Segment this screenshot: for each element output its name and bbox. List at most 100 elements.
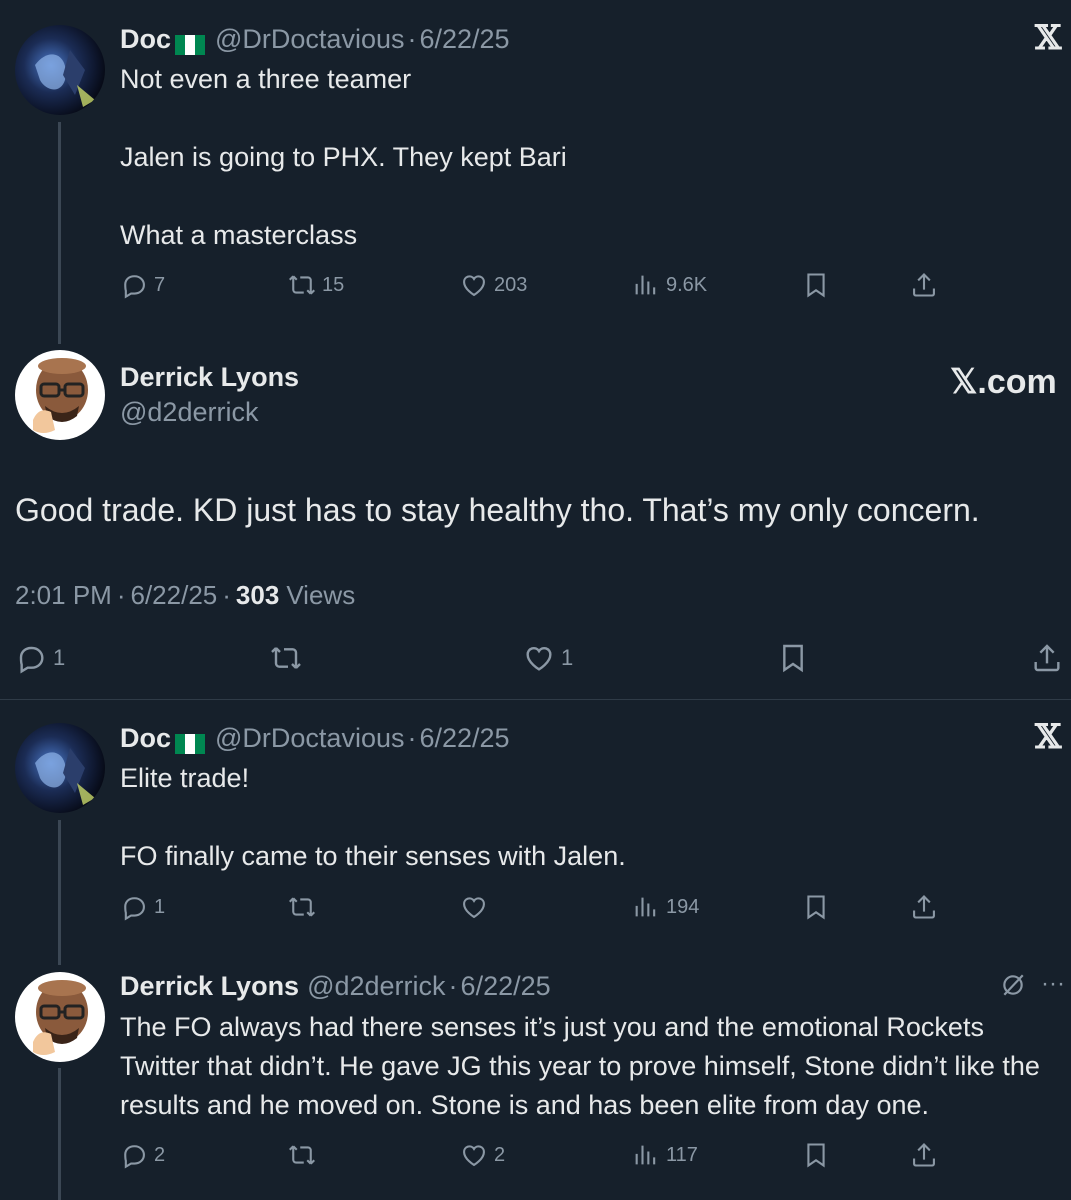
- heart-icon: [460, 271, 488, 299]
- reply-button[interactable]: 2: [120, 1137, 165, 1173]
- like-count: 1: [561, 645, 574, 670]
- like-button[interactable]: [460, 889, 494, 925]
- views-count: 9.6K: [666, 273, 708, 296]
- tweet1-header: Doc @DrDoctavious · 6/22/25: [120, 20, 510, 58]
- views-button[interactable]: 194: [632, 889, 699, 925]
- views-icon: [632, 271, 660, 299]
- retweet-button[interactable]: [288, 1137, 322, 1173]
- retweet-button[interactable]: [288, 889, 322, 925]
- like-button[interactable]: 1: [523, 640, 573, 676]
- bookmark-icon: [802, 271, 830, 299]
- thread-line: [58, 122, 61, 344]
- share-button[interactable]: [910, 889, 944, 925]
- bookmark-button[interactable]: [802, 889, 836, 925]
- main-tweet-body: Good trade. KD just has to stay healthy …: [15, 492, 980, 528]
- share-button[interactable]: [1031, 640, 1069, 676]
- share-button[interactable]: [910, 1137, 944, 1173]
- views-button[interactable]: 9.6K: [632, 267, 707, 303]
- author-handle[interactable]: @DrDoctavious: [215, 24, 404, 55]
- share-icon: [910, 1141, 938, 1169]
- x-logo-icon: 𝕏: [1035, 717, 1062, 757]
- author-handle[interactable]: @DrDoctavious: [215, 723, 404, 754]
- tweet1-body: Not even a three teamer Jalen is going t…: [120, 64, 567, 250]
- reply-count: 7: [154, 273, 166, 296]
- reply-count: 1: [154, 895, 166, 918]
- x-logo-icon: 𝕏: [1035, 18, 1062, 58]
- separator-dot: ·: [116, 579, 126, 610]
- reply-icon: [120, 271, 148, 299]
- nigeria-flag-icon: [175, 728, 206, 754]
- reply-icon: [120, 893, 148, 921]
- heart-icon: [523, 642, 555, 674]
- bookmark-icon: [777, 642, 809, 674]
- tweet1-actions: 7 15 203 9.6K: [120, 267, 950, 303]
- tweet-date[interactable]: 6/22/25: [419, 24, 509, 55]
- reply-button[interactable]: 1: [120, 889, 165, 925]
- retweet-button[interactable]: 15: [288, 267, 344, 303]
- like-button[interactable]: 2: [460, 1137, 505, 1173]
- avatar-derrick-image: [15, 350, 105, 440]
- reply-button[interactable]: 7: [120, 267, 165, 303]
- views-icon: [632, 893, 660, 921]
- tweet2-header: Doc @DrDoctavious · 6/22/25: [120, 719, 510, 757]
- bookmark-icon: [802, 893, 830, 921]
- share-icon: [910, 893, 938, 921]
- retweet-icon: [288, 1141, 316, 1169]
- retweet-count: 15: [322, 273, 345, 296]
- share-button[interactable]: [910, 267, 944, 303]
- main-author-name[interactable]: Derrick Lyons: [120, 362, 299, 393]
- tweet2-body: Elite trade! FO finally came to their se…: [120, 763, 626, 871]
- author-name[interactable]: Derrick Lyons: [120, 971, 299, 1002]
- author-handle[interactable]: @d2derrick: [307, 971, 445, 1002]
- share-icon: [1031, 642, 1063, 674]
- main-tweet-meta: 2:01 PM · 6/22/25 · 303 Views: [15, 577, 355, 613]
- main-author-handle[interactable]: @d2derrick: [120, 397, 258, 428]
- tweet2-actions: 1 194: [120, 889, 950, 925]
- avatar-doc[interactable]: [15, 723, 105, 813]
- retweet-button[interactable]: [270, 640, 308, 676]
- separator-dot: ·: [407, 23, 417, 54]
- views-label: Views: [286, 579, 356, 610]
- bookmark-button[interactable]: [777, 640, 815, 676]
- grok-icon[interactable]: [1000, 972, 1026, 998]
- separator-dot: ·: [222, 579, 231, 610]
- thread-line: [58, 820, 61, 965]
- x-com-logo: 𝕏.com: [950, 363, 1057, 401]
- views-count: 194: [666, 895, 700, 918]
- reply-count: 1: [53, 645, 66, 670]
- views-button[interactable]: 117: [632, 1137, 698, 1173]
- avatar-derrick[interactable]: [15, 350, 105, 440]
- separator-dot: ·: [407, 722, 417, 753]
- main-tweet-actions: 1 1: [15, 640, 1065, 676]
- like-button[interactable]: 203: [460, 267, 527, 303]
- retweet-icon: [288, 893, 316, 921]
- retweet-icon: [270, 642, 302, 674]
- reply-icon: [120, 1141, 148, 1169]
- nigeria-flag-icon: [175, 29, 206, 55]
- heart-icon: [460, 893, 488, 921]
- divider: [0, 699, 1071, 700]
- avatar-doc-image: [15, 25, 105, 115]
- retweet-icon: [288, 271, 316, 299]
- avatar-derrick-image: [15, 972, 105, 1062]
- heart-icon: [460, 1141, 488, 1169]
- views-count: 117: [666, 1143, 698, 1166]
- author-name[interactable]: Doc: [120, 723, 171, 754]
- avatar-doc-image: [15, 723, 105, 813]
- more-options-icon[interactable]: ···: [1041, 970, 1065, 998]
- tweet3-header: Derrick Lyons @d2derrick · 6/22/25: [120, 967, 551, 1005]
- tweet-date[interactable]: 6/22/25: [461, 971, 551, 1002]
- share-icon: [910, 271, 938, 299]
- tweet3-actions: 2 2 117: [120, 1137, 950, 1173]
- bookmark-icon: [802, 1141, 830, 1169]
- like-count: 2: [494, 1143, 506, 1166]
- bookmark-button[interactable]: [802, 267, 836, 303]
- tweet-date[interactable]: 6/22/25: [419, 723, 509, 754]
- tweet-date: 6/22/25: [130, 579, 218, 610]
- author-name[interactable]: Doc: [120, 24, 171, 55]
- reply-button[interactable]: 1: [15, 640, 65, 676]
- avatar-doc[interactable]: [15, 25, 105, 115]
- bookmark-button[interactable]: [802, 1137, 836, 1173]
- tweet-time: 2:01 PM: [15, 579, 112, 610]
- avatar-derrick[interactable]: [15, 972, 105, 1062]
